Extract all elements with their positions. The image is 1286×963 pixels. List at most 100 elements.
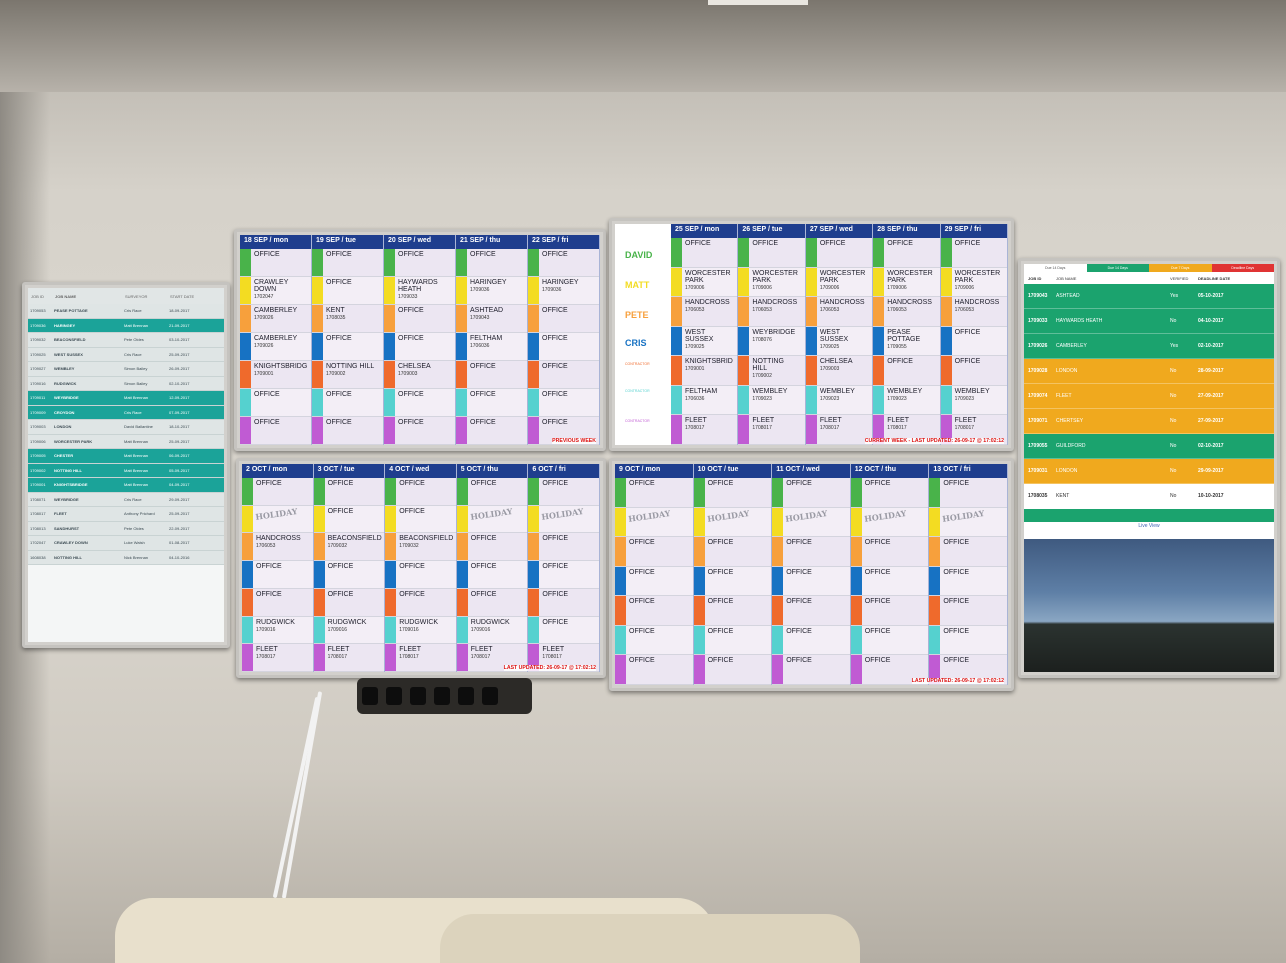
deadline-table-header: JOB ID JOB NAME VERIFIED DEADLINE DATE: [1024, 272, 1274, 284]
day-header: 3 OCT / tue: [313, 464, 385, 478]
tab-due-14-days-2[interactable]: Due 14 Days: [1086, 264, 1149, 272]
cell-text: KENT 1708035: [326, 307, 346, 321]
person-color-bar: [384, 249, 395, 276]
schedule-cell: OFFICE: [384, 389, 455, 417]
surveyor: Simon Bailey: [124, 366, 148, 372]
job-number: 1708035: [326, 315, 346, 321]
person-color-bar: [615, 596, 626, 625]
cell-text: OFFICE: [542, 480, 569, 487]
schedule-cell: HARINGEY 1709036: [528, 277, 599, 305]
schedule-cell: BEACONSFIELD 1709032: [313, 533, 385, 562]
cell-text: WORCESTER PARK 1709006: [752, 269, 798, 291]
cell-text: OFFICE: [398, 419, 424, 426]
person-color-bar: [240, 361, 251, 388]
tab-due-14-days[interactable]: Due 14 Days: [1024, 264, 1087, 272]
cell-text: OFFICE: [398, 391, 424, 398]
next-week-1-screen: 2 OCT / mon OFFICE HOLIDAY HANDCROSS 1706053…: [242, 464, 600, 672]
cell-text: HOLIDAY: [254, 505, 299, 522]
job-number: 1708017: [954, 425, 975, 432]
cell-text: CAMBERLEY 1709026: [254, 307, 298, 321]
schedule-cell: KNIGHTSBRID 1709001: [671, 356, 738, 386]
cell-text: OFFICE: [398, 307, 424, 314]
cell-text: HANDCROSS 1706053: [819, 299, 865, 314]
schedule-cell: HOLIDAY: [615, 507, 693, 538]
job-name: FLEET: [54, 511, 67, 517]
list-item: 1709003 LONDON David Ballantine 18-10-2017: [28, 420, 224, 435]
schedule-cell: HANDCROSS 1706053: [738, 297, 805, 327]
list-item: 1709036 HARINGEY Matt Brennan 21-09-2017: [28, 318, 224, 333]
schedule-cell: WEYBRIDGE 1708076: [738, 326, 805, 357]
job-number: 1708017: [470, 654, 491, 661]
job-number: 1706053: [685, 307, 705, 314]
schedule-cell: OFFICE: [313, 505, 385, 534]
person-color-bar: [738, 356, 750, 385]
start-date: 26-09-2017: [169, 366, 190, 372]
cell-text: OFFICE: [256, 480, 282, 487]
job-name: CHERTSEY: [1056, 418, 1084, 424]
person-color-bar: [384, 417, 395, 444]
job-id: 1709003: [30, 424, 46, 430]
job-number: 1709002: [752, 373, 772, 380]
day-header: 21 SEP / thu: [456, 235, 527, 249]
job-id: 1709043: [1028, 293, 1048, 299]
cell-text: FLEET 1708017: [470, 646, 493, 661]
person-color-bar: [312, 389, 323, 416]
list-item: 1702047 CRAWLEY DOWN Luke Walsh 01-08-2017: [28, 536, 224, 551]
schedule-cell: HOLIDAY: [772, 507, 850, 538]
job-name: ASHTEAD: [1056, 293, 1080, 299]
cell-text: FLEET 1708017: [256, 646, 278, 661]
cell-text: OFFICE: [864, 480, 891, 487]
cell-text: OFFICE: [864, 657, 891, 665]
schedule-cell: FLEET 1708017: [313, 644, 385, 672]
day-column: 21 SEP / thu OFFICE HARINGEY 1709036 ASHTEAD…: [456, 235, 528, 445]
job-number: 1708017: [542, 654, 562, 661]
schedule-grid: DAVID MATT PETE CRIS CONTRACTOR CONTRACT…: [615, 224, 1008, 445]
person-color-bar: [772, 625, 784, 655]
tab-due-7-days[interactable]: Due 7 Days: [1149, 264, 1212, 272]
schedule-cell: NOTTING HILL 1709002: [738, 356, 805, 386]
cell-text: OFFICE: [326, 279, 352, 286]
person-color-bar: [929, 566, 941, 596]
tab-deadline-days[interactable]: Deadline Days: [1211, 264, 1274, 272]
current-week-footer: CURRENT WEEK - LAST UPDATED: 26-09-17 @ …: [864, 438, 1004, 444]
cell-text: OFFICE: [786, 539, 812, 547]
job-number: 1709023: [752, 395, 772, 402]
verified: Yes: [1170, 343, 1179, 349]
start-date: 25-09-2017: [169, 438, 190, 444]
schedule-cell: OFFICE: [615, 625, 693, 656]
person-color-bar: [738, 267, 750, 297]
schedule-cell: OFFICE: [805, 238, 873, 268]
person-color-bar: [772, 478, 784, 507]
col-job-name: JOB NAME: [1056, 275, 1077, 281]
cell-text: OFFICE: [943, 627, 970, 635]
cell-text: OFFICE: [470, 419, 496, 426]
cell-text: HAYWARDS HEATH 1709033: [398, 279, 438, 300]
cell-text: OFFICE: [327, 507, 354, 515]
cell-text: OFFICE: [629, 657, 655, 665]
start-date: 07-09-2017: [169, 409, 190, 415]
cell-text: OFFICE: [254, 419, 280, 426]
schedule-cell: FELTHAM 1706036: [456, 333, 527, 361]
schedule-cell: OFFICE: [929, 596, 1007, 626]
cell-text: OFFICE: [943, 598, 970, 606]
person-david: DAVID: [625, 250, 653, 260]
schedule-cell: OFFICE: [693, 537, 772, 567]
job-number: 1709043: [470, 315, 490, 321]
cell-text: HARINGEY 1709036: [542, 279, 579, 293]
deadline-row: 1709026 CAMBERLEY Yes 02-10-2017: [1024, 334, 1274, 359]
job-id: 1709009: [30, 409, 46, 415]
job-name: WORCESTER PARK: [54, 438, 93, 444]
person-color-bar: [671, 297, 682, 326]
person-color-bar: [384, 361, 395, 388]
job-number: 1708017: [327, 654, 348, 661]
person-color-bar: [385, 616, 397, 644]
list-item: 1709053 PEASE POTTAGE Cris Race 18-09-2017: [28, 304, 224, 319]
schedule-cell: OFFICE: [385, 478, 456, 506]
person-color-bar: [528, 616, 540, 644]
person-color-bar: [384, 305, 395, 332]
job-name: LONDON: [1056, 368, 1078, 374]
schedule-cell: OFFICE: [312, 417, 383, 445]
deadline-date: 10-10-2017: [1198, 493, 1224, 499]
job-name: LONDON: [1056, 468, 1078, 474]
schedule-cell: OFFICE: [850, 625, 929, 656]
